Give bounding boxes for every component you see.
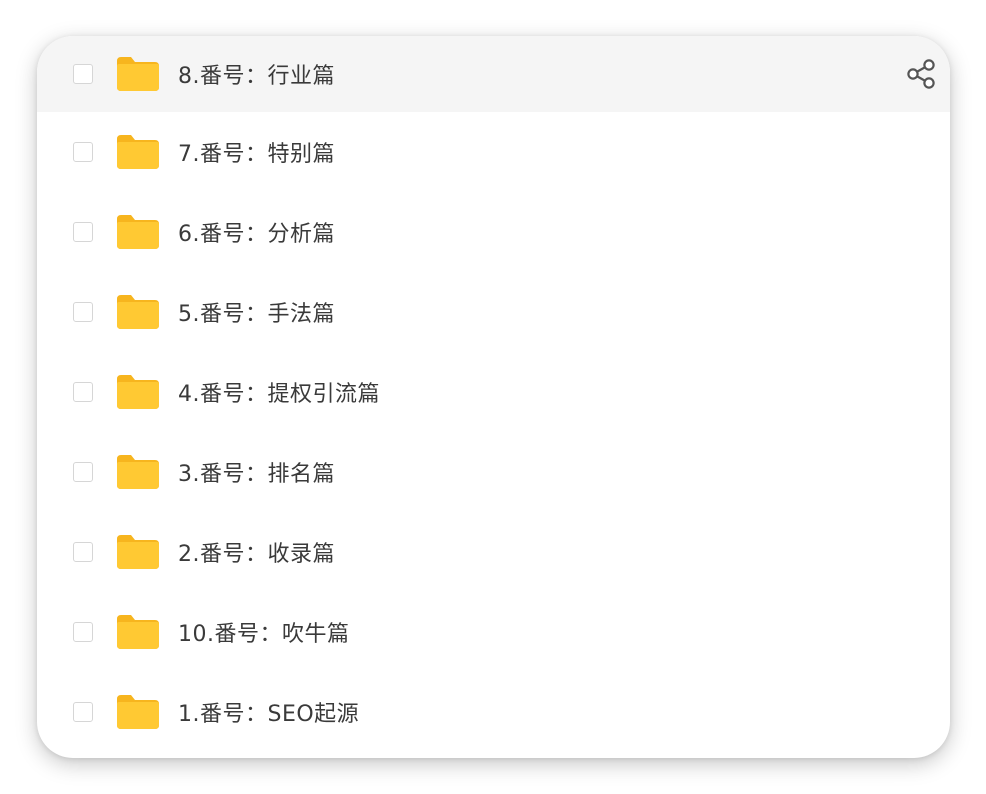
file-name: 7.番号：特别篇 xyxy=(178,142,335,167)
folder-icon xyxy=(117,135,159,169)
file-row[interactable]: 2.番号：收录篇 xyxy=(37,512,950,592)
file-row[interactable]: 10.番号：吹牛篇 xyxy=(37,592,950,672)
folder-icon xyxy=(117,535,159,569)
file-checkbox[interactable] xyxy=(73,622,93,642)
file-checkbox[interactable] xyxy=(73,702,93,722)
folder-icon xyxy=(117,615,159,649)
share-icon[interactable] xyxy=(904,57,938,91)
folder-icon xyxy=(117,455,159,489)
file-row[interactable]: 1.番号：SEO起源 xyxy=(37,672,950,752)
folder-icon xyxy=(117,695,159,729)
folder-icon xyxy=(117,375,159,409)
file-checkbox[interactable] xyxy=(73,542,93,562)
file-checkbox[interactable] xyxy=(73,64,93,84)
file-checkbox[interactable] xyxy=(73,382,93,402)
file-name: 2.番号：收录篇 xyxy=(178,542,335,567)
file-name: 10.番号：吹牛篇 xyxy=(178,622,350,647)
file-name: 6.番号：分析篇 xyxy=(178,222,335,247)
file-checkbox[interactable] xyxy=(73,142,93,162)
file-name: 3.番号：排名篇 xyxy=(178,462,335,487)
file-name: 8.番号：行业篇 xyxy=(178,64,335,89)
file-row[interactable]: 7.番号：特别篇 xyxy=(37,112,950,192)
folder-icon xyxy=(117,57,159,91)
file-list-card: 8.番号：行业篇 7.番号：特别篇 6.番号：分析篇 5.番号：手法篇 4.番号… xyxy=(37,36,950,758)
file-name: 4.番号：提权引流篇 xyxy=(178,382,380,407)
folder-icon xyxy=(117,215,159,249)
file-name: 1.番号：SEO起源 xyxy=(178,702,360,727)
file-row[interactable]: 4.番号：提权引流篇 xyxy=(37,352,950,432)
file-checkbox[interactable] xyxy=(73,302,93,322)
folder-icon xyxy=(117,295,159,329)
file-name: 5.番号：手法篇 xyxy=(178,302,335,327)
file-checkbox[interactable] xyxy=(73,462,93,482)
file-row[interactable]: 3.番号：排名篇 xyxy=(37,432,950,512)
file-row[interactable]: 8.番号：行业篇 xyxy=(37,36,950,112)
file-checkbox[interactable] xyxy=(73,222,93,242)
file-row[interactable]: 6.番号：分析篇 xyxy=(37,192,950,272)
file-row[interactable]: 5.番号：手法篇 xyxy=(37,272,950,352)
